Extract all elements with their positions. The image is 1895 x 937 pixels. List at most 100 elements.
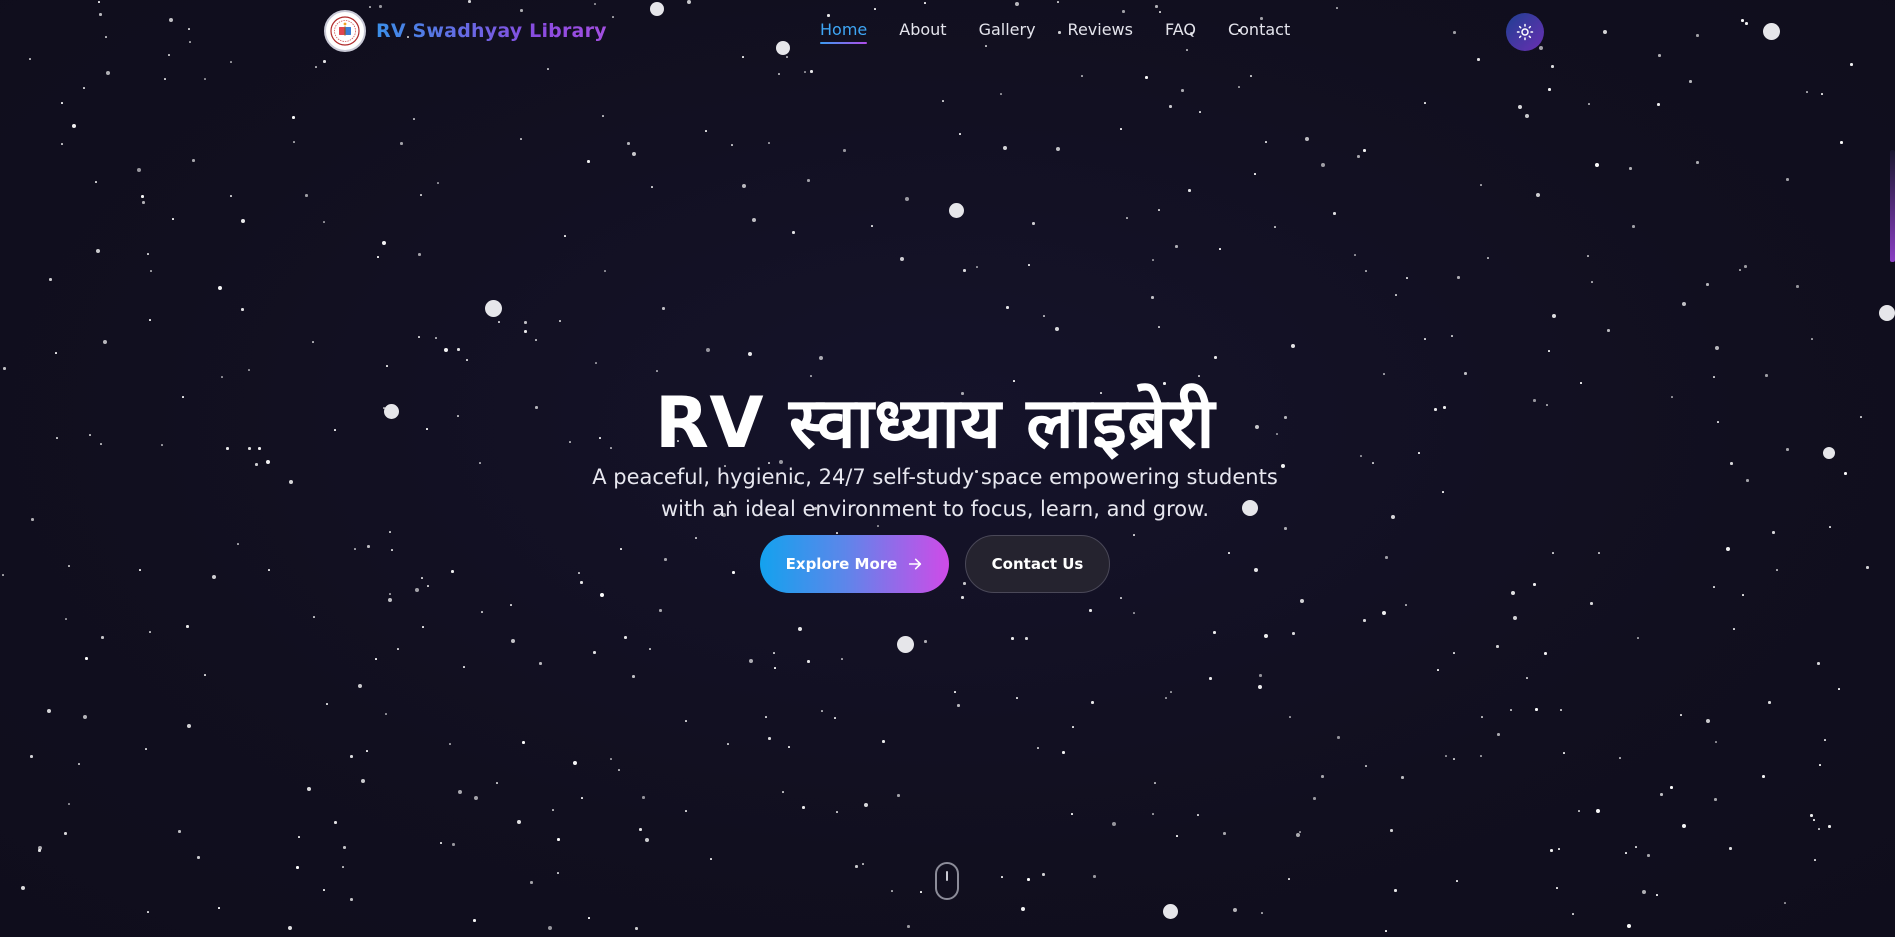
star-dot bbox=[1536, 193, 1540, 197]
star-dot bbox=[731, 144, 733, 146]
star-dot bbox=[774, 667, 776, 669]
star-dot bbox=[1682, 302, 1686, 306]
star-dot bbox=[1219, 248, 1221, 250]
star-dot bbox=[706, 348, 710, 352]
star-dot bbox=[1259, 674, 1262, 677]
nav-link-about[interactable]: About bbox=[899, 20, 946, 44]
star-dot bbox=[1238, 86, 1240, 88]
nav-link-gallery[interactable]: Gallery bbox=[979, 20, 1036, 44]
star-dot bbox=[1715, 741, 1717, 743]
nav-link-home[interactable]: Home bbox=[820, 20, 868, 44]
explore-more-button[interactable]: Explore More bbox=[760, 535, 949, 593]
star-dot bbox=[1158, 326, 1160, 328]
star-dot bbox=[976, 266, 978, 268]
star-dot bbox=[1365, 270, 1367, 272]
star-dot bbox=[1689, 80, 1692, 83]
theme-toggle-button[interactable] bbox=[1506, 13, 1544, 51]
star-dot bbox=[64, 832, 67, 835]
star-dot bbox=[573, 761, 577, 765]
star-dot bbox=[1511, 591, 1515, 595]
star-dot bbox=[1001, 876, 1003, 878]
star-dot bbox=[1552, 314, 1556, 318]
star-dot bbox=[1365, 765, 1367, 767]
star-dot bbox=[1744, 265, 1747, 268]
star-dot bbox=[1071, 813, 1073, 815]
star-dot bbox=[49, 278, 52, 281]
star-dot bbox=[778, 73, 780, 75]
star-dot bbox=[1188, 189, 1191, 192]
star-dot bbox=[742, 184, 746, 188]
star-dot bbox=[204, 674, 206, 676]
star-dot bbox=[804, 71, 806, 73]
star-dot bbox=[204, 78, 206, 80]
star-dot bbox=[727, 743, 729, 745]
star-dot bbox=[473, 919, 476, 922]
star-dot bbox=[187, 724, 191, 728]
star-dot bbox=[1165, 697, 1167, 699]
star-dot bbox=[1552, 552, 1554, 554]
star-dot bbox=[444, 348, 448, 352]
arrow-right-icon bbox=[909, 558, 922, 570]
star-dot bbox=[1844, 472, 1847, 475]
star-dot bbox=[1337, 736, 1340, 739]
star-dot bbox=[564, 235, 566, 237]
star-dot bbox=[386, 365, 388, 367]
star-dot bbox=[1250, 75, 1252, 77]
star-dot bbox=[1223, 832, 1226, 835]
star-dot bbox=[1126, 217, 1128, 219]
star-dot bbox=[101, 636, 104, 639]
star-dot bbox=[752, 218, 756, 222]
star-dot bbox=[548, 926, 552, 930]
star-dot bbox=[604, 270, 606, 272]
star-dot bbox=[420, 194, 422, 196]
star-dot bbox=[1081, 75, 1083, 77]
nav-link-faq[interactable]: FAQ bbox=[1165, 20, 1196, 44]
contact-us-button[interactable]: Contact Us bbox=[965, 535, 1110, 593]
star-dot bbox=[1169, 105, 1172, 108]
star-dot bbox=[463, 666, 465, 668]
star-dot bbox=[422, 626, 424, 628]
star-dot-large bbox=[1163, 904, 1178, 919]
brand-link[interactable]: RV Swadhyay Library bbox=[324, 10, 607, 52]
star-dot bbox=[72, 124, 76, 128]
star-dot bbox=[342, 866, 344, 868]
star-dot bbox=[1696, 161, 1699, 164]
star-dot bbox=[1765, 374, 1768, 377]
star-dot bbox=[802, 806, 805, 809]
nav-link-reviews[interactable]: Reviews bbox=[1068, 20, 1133, 44]
star-dot bbox=[237, 543, 239, 545]
star-dot bbox=[1819, 764, 1821, 766]
star-dot bbox=[350, 898, 353, 901]
star-dot bbox=[788, 746, 790, 748]
nav-link-contact[interactable]: Contact bbox=[1228, 20, 1290, 44]
star-dot bbox=[662, 307, 665, 310]
star-dot bbox=[289, 480, 293, 484]
mouse-scroll-icon[interactable] bbox=[935, 862, 959, 900]
star-dot bbox=[1840, 141, 1843, 144]
star-dot bbox=[466, 359, 468, 361]
star-dot bbox=[1228, 552, 1230, 554]
star-dot bbox=[836, 811, 838, 813]
star-dot bbox=[1510, 709, 1512, 711]
star-dot bbox=[959, 133, 961, 135]
star-dot bbox=[1158, 209, 1160, 211]
star-dot bbox=[326, 703, 328, 705]
star-dot bbox=[1313, 797, 1316, 800]
star-dot bbox=[1526, 677, 1528, 679]
star-dot bbox=[1817, 662, 1820, 665]
star-dot bbox=[524, 321, 527, 324]
star-dot bbox=[1296, 833, 1300, 837]
star-dot bbox=[1595, 163, 1599, 167]
star-dot bbox=[248, 369, 250, 371]
star-dot bbox=[1176, 835, 1178, 837]
star-dot bbox=[1042, 873, 1045, 876]
star-dot bbox=[557, 838, 560, 841]
star-dot bbox=[449, 743, 451, 745]
star-dot bbox=[841, 658, 843, 660]
star-dot bbox=[1357, 155, 1360, 158]
star-dot bbox=[137, 168, 141, 172]
star-dot bbox=[942, 100, 944, 102]
library-seal-icon bbox=[324, 10, 366, 52]
star-dot bbox=[1629, 167, 1632, 170]
star-dot bbox=[768, 142, 770, 144]
